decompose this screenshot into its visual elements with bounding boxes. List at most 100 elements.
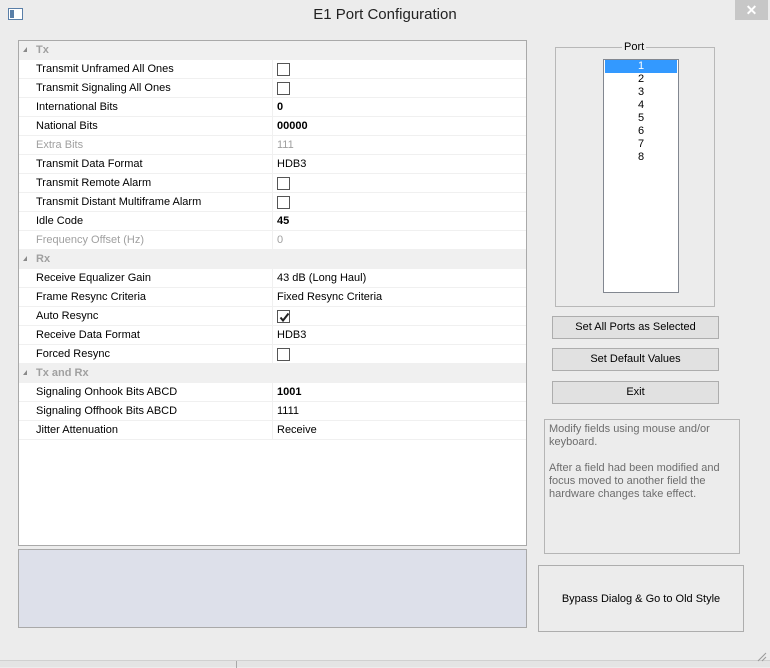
grid-row[interactable]: Forced Resync bbox=[19, 345, 526, 364]
property-grid[interactable]: Tx Transmit Unframed All Ones Transmit Sig… bbox=[18, 40, 527, 546]
column-divider bbox=[272, 155, 273, 174]
property-value: 0 bbox=[277, 234, 284, 246]
collapse-arrow-icon[interactable] bbox=[23, 256, 27, 261]
grid-category[interactable]: Tx and Rx bbox=[19, 364, 526, 383]
column-divider bbox=[272, 193, 273, 212]
column-divider bbox=[272, 288, 273, 307]
property-value[interactable]: 0 bbox=[277, 98, 283, 116]
property-value[interactable]: 1001 bbox=[277, 383, 301, 401]
column-divider bbox=[272, 421, 273, 440]
column-divider bbox=[272, 402, 273, 421]
port-listbox[interactable]: 12345678 bbox=[603, 59, 679, 293]
port-list-item[interactable]: 8 bbox=[605, 151, 677, 164]
port-list-item[interactable]: 2 bbox=[605, 73, 677, 86]
grid-category[interactable]: Tx bbox=[19, 41, 526, 60]
property-label: Frame Resync Criteria bbox=[36, 291, 147, 303]
grid-row[interactable]: Jitter Attenuation Receive bbox=[19, 421, 526, 440]
port-list-item[interactable]: 5 bbox=[605, 112, 677, 125]
column-divider bbox=[272, 98, 273, 117]
grid-row[interactable]: Receive Data Format HDB3 bbox=[19, 326, 526, 345]
property-label: Forced Resync bbox=[36, 348, 110, 360]
exit-button[interactable]: Exit bbox=[552, 381, 719, 404]
grid-category[interactable]: Rx bbox=[19, 250, 526, 269]
property-description-panel bbox=[18, 549, 527, 628]
port-list-item[interactable]: 4 bbox=[605, 99, 677, 112]
help-text-line-1: Modify fields using mouse and/or keyboar… bbox=[549, 423, 710, 448]
grid-row[interactable]: Transmit Remote Alarm bbox=[19, 174, 526, 193]
property-value[interactable]: 1111 bbox=[277, 402, 299, 420]
property-label: Transmit Signaling All Ones bbox=[36, 82, 171, 94]
set-default-values-button[interactable]: Set Default Values bbox=[552, 348, 719, 371]
property-label: Idle Code bbox=[36, 215, 84, 227]
property-checkbox[interactable] bbox=[277, 196, 290, 209]
column-divider bbox=[272, 307, 273, 326]
column-divider bbox=[272, 269, 273, 288]
grid-row[interactable]: Receive Equalizer Gain 43 dB (Long Haul) bbox=[19, 269, 526, 288]
close-button[interactable]: ✕ bbox=[735, 0, 768, 20]
grid-row[interactable]: Frequency Offset (Hz) 0 bbox=[19, 231, 526, 250]
property-label: Transmit Unframed All Ones bbox=[36, 63, 174, 75]
property-value[interactable]: HDB3 bbox=[277, 155, 306, 173]
collapse-arrow-icon[interactable] bbox=[23, 370, 27, 375]
title-bar[interactable]: E1 Port Configuration ✕ bbox=[0, 0, 770, 30]
grid-row[interactable]: International Bits 0 bbox=[19, 98, 526, 117]
property-checkbox[interactable] bbox=[277, 63, 290, 76]
help-text-line-2: After a field had been modified and focu… bbox=[549, 462, 720, 500]
property-value[interactable]: 45 bbox=[277, 212, 289, 230]
column-divider bbox=[272, 79, 273, 98]
property-label: Signaling Onhook Bits ABCD bbox=[36, 386, 178, 398]
bypass-dialog-button[interactable]: Bypass Dialog & Go to Old Style bbox=[538, 565, 744, 632]
property-label: Jitter Attenuation bbox=[36, 424, 118, 436]
grid-row[interactable]: Transmit Data Format HDB3 bbox=[19, 155, 526, 174]
port-list-item[interactable]: 1 bbox=[605, 60, 677, 73]
property-value[interactable]: 00000 bbox=[277, 117, 308, 135]
grid-row[interactable]: Extra Bits 111 bbox=[19, 136, 526, 155]
category-label: Tx bbox=[36, 44, 49, 56]
grid-row[interactable]: Signaling Onhook Bits ABCD 1001 bbox=[19, 383, 526, 402]
property-value[interactable]: Fixed Resync Criteria bbox=[277, 288, 382, 306]
grid-row[interactable]: Transmit Unframed All Ones bbox=[19, 60, 526, 79]
grid-row[interactable]: Transmit Signaling All Ones bbox=[19, 79, 526, 98]
port-list-item[interactable]: 3 bbox=[605, 86, 677, 99]
port-list-item[interactable]: 6 bbox=[605, 125, 677, 138]
column-divider bbox=[272, 231, 273, 250]
property-checkbox[interactable] bbox=[277, 310, 290, 323]
property-label: Transmit Distant Multiframe Alarm bbox=[36, 196, 202, 208]
property-checkbox[interactable] bbox=[277, 82, 290, 95]
port-group-legend: Port bbox=[622, 41, 647, 53]
property-label: Transmit Remote Alarm bbox=[36, 177, 152, 189]
category-label: Tx and Rx bbox=[36, 367, 89, 379]
grid-row[interactable]: Transmit Distant Multiframe Alarm bbox=[19, 193, 526, 212]
property-value: 111 bbox=[277, 139, 294, 151]
collapse-arrow-icon[interactable] bbox=[23, 47, 27, 52]
column-divider bbox=[272, 136, 273, 155]
property-label: International Bits bbox=[36, 101, 118, 113]
column-divider bbox=[272, 383, 273, 402]
column-divider bbox=[272, 326, 273, 345]
resize-grip-icon[interactable] bbox=[755, 650, 767, 662]
property-value[interactable]: HDB3 bbox=[277, 326, 306, 344]
category-label: Rx bbox=[36, 253, 51, 265]
property-value[interactable]: 43 dB (Long Haul) bbox=[277, 269, 366, 287]
port-list-item[interactable]: 7 bbox=[605, 138, 677, 151]
set-all-ports-button[interactable]: Set All Ports as Selected bbox=[552, 316, 719, 339]
column-divider bbox=[272, 174, 273, 193]
status-bar bbox=[0, 660, 770, 668]
grid-row[interactable]: Idle Code 45 bbox=[19, 212, 526, 231]
property-value[interactable]: Receive bbox=[277, 421, 317, 439]
property-label: Signaling Offhook Bits ABCD bbox=[36, 405, 178, 417]
grid-row[interactable]: Signaling Offhook Bits ABCD 1111 bbox=[19, 402, 526, 421]
column-divider bbox=[272, 117, 273, 136]
property-checkbox[interactable] bbox=[277, 177, 290, 190]
window-title: E1 Port Configuration bbox=[313, 6, 457, 23]
property-label: Frequency Offset (Hz) bbox=[36, 234, 144, 246]
property-label: Extra Bits bbox=[36, 139, 84, 151]
grid-row[interactable]: Frame Resync Criteria Fixed Resync Criter… bbox=[19, 288, 526, 307]
property-label: Receive Data Format bbox=[36, 329, 140, 341]
grid-row[interactable]: Auto Resync bbox=[19, 307, 526, 326]
column-divider bbox=[272, 60, 273, 79]
grid-row[interactable]: National Bits 00000 bbox=[19, 117, 526, 136]
column-divider bbox=[272, 212, 273, 231]
property-checkbox[interactable] bbox=[277, 348, 290, 361]
property-label: National Bits bbox=[36, 120, 98, 132]
